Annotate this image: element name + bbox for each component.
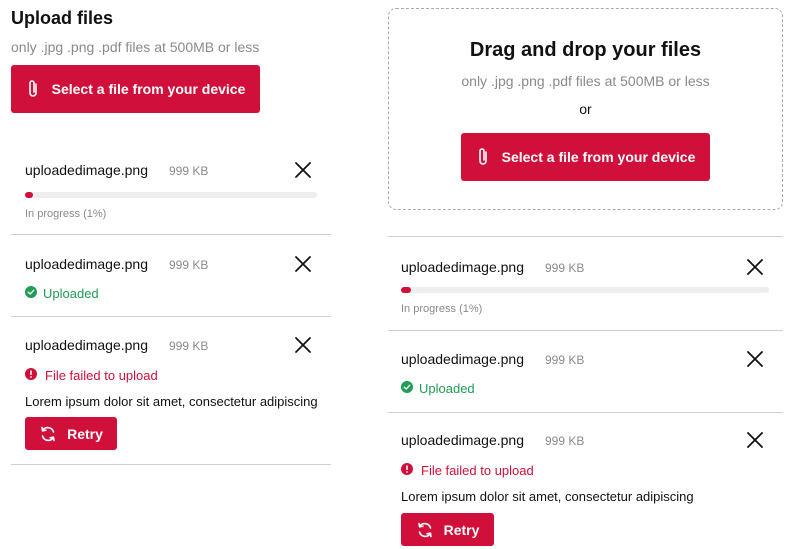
file-name: uploadedimage.png	[25, 337, 148, 353]
dropzone-select-file-button[interactable]: Select a file from your device	[461, 133, 710, 181]
alert-circle-icon	[401, 463, 413, 478]
error-detail: Lorem ipsum dolor sit amet, consectetur …	[25, 394, 318, 409]
progress-bar	[25, 192, 317, 198]
file-requirements-text: only .jpg .png .pdf files at 500MB or le…	[11, 39, 260, 55]
file-size: 999 KB	[169, 258, 209, 272]
file-size: 999 KB	[545, 434, 585, 448]
file-size: 999 KB	[545, 261, 585, 275]
file-name: uploadedimage.png	[401, 432, 524, 448]
select-file-label: Select a file from your device	[51, 81, 246, 97]
paperclip-icon	[476, 147, 490, 167]
retry-button[interactable]: Retry	[401, 513, 494, 546]
check-circle-icon	[401, 381, 413, 396]
status-label: Uploaded	[419, 381, 475, 396]
close-icon[interactable]	[293, 254, 313, 274]
file-name: uploadedimage.png	[25, 256, 148, 272]
status-label: File failed to upload	[45, 368, 158, 383]
file-name: uploadedimage.png	[25, 162, 148, 178]
close-icon[interactable]	[745, 257, 765, 277]
file-size: 999 KB	[545, 353, 585, 367]
file-item: uploadedimage.png 999 KB Uploaded	[11, 235, 331, 317]
refresh-icon	[39, 425, 57, 443]
file-item: uploadedimage.png 999 KB File failed to …	[388, 413, 783, 549]
refresh-icon	[416, 521, 434, 539]
check-circle-icon	[25, 286, 37, 301]
select-file-button[interactable]: Select a file from your device	[11, 65, 260, 113]
progress-bar	[401, 287, 769, 293]
page-title: Upload files	[11, 8, 114, 28]
progress-fill	[401, 287, 411, 293]
upload-success-status: Uploaded	[401, 381, 475, 396]
upload-success-status: Uploaded	[25, 286, 99, 301]
select-file-label: Select a file from your device	[501, 149, 696, 165]
progress-status: In progress (1%)	[25, 208, 107, 220]
file-item: uploadedimage.png 999 KB Uploaded	[388, 331, 783, 413]
drop-zone[interactable]: Drag and drop your files only .jpg .png …	[388, 8, 783, 210]
progress-fill	[25, 192, 33, 198]
file-item: uploadedimage.png 999 KB In progress (1%…	[11, 140, 331, 235]
dropzone-requirements-text: only .jpg .png .pdf files at 500MB or le…	[461, 73, 710, 89]
file-item: uploadedimage.png 999 KB In progress (1%…	[388, 236, 783, 331]
dropzone-title: Drag and drop your files	[469, 39, 702, 61]
file-size: 999 KB	[169, 339, 209, 353]
paperclip-icon	[26, 79, 40, 99]
upload-error-status: File failed to upload	[401, 463, 534, 478]
status-label: Uploaded	[43, 286, 99, 301]
status-label: File failed to upload	[421, 463, 534, 478]
file-name: uploadedimage.png	[401, 259, 524, 275]
close-icon[interactable]	[293, 160, 313, 180]
progress-status: In progress (1%)	[401, 303, 483, 315]
close-icon[interactable]	[293, 335, 313, 355]
retry-label: Retry	[443, 521, 480, 538]
file-size: 999 KB	[169, 164, 209, 178]
dropzone-or-text: or	[579, 101, 592, 117]
error-detail: Lorem ipsum dolor sit amet, consectetur …	[401, 489, 694, 504]
retry-label: Retry	[67, 425, 103, 442]
file-name: uploadedimage.png	[401, 351, 524, 367]
upload-error-status: File failed to upload	[25, 368, 158, 383]
retry-button[interactable]: Retry	[25, 417, 117, 450]
alert-circle-icon	[25, 368, 37, 383]
file-item: uploadedimage.png 999 KB File failed to …	[11, 317, 331, 465]
close-icon[interactable]	[745, 349, 765, 369]
close-icon[interactable]	[745, 430, 765, 450]
